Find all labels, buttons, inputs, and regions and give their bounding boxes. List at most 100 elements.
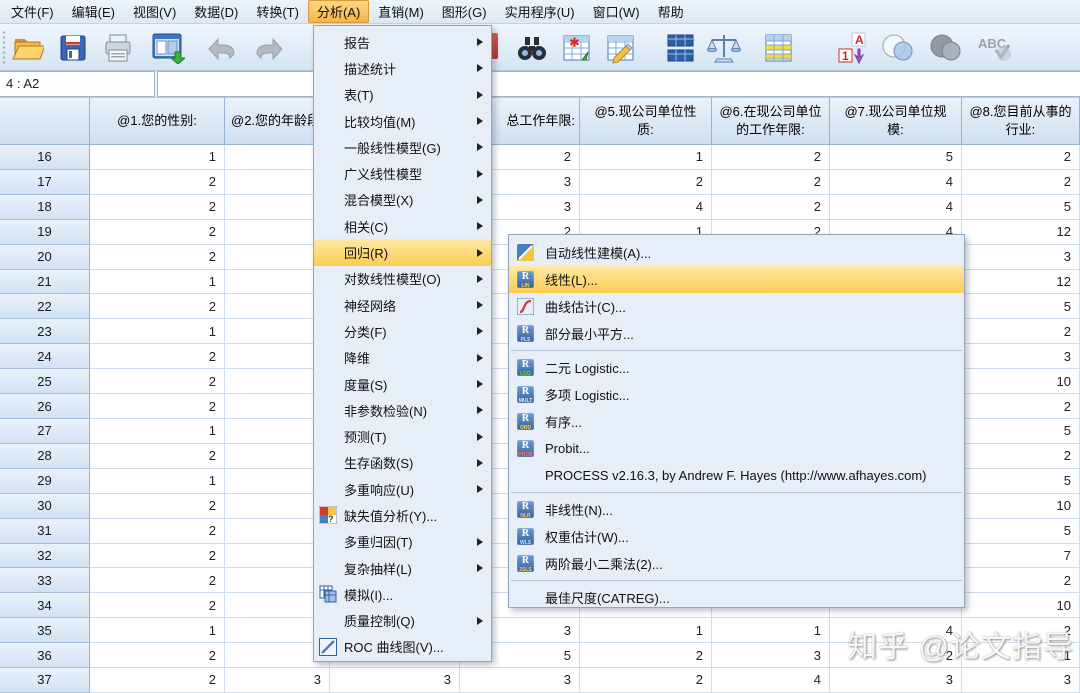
grid-cell[interactable]: 2 [90, 344, 225, 369]
grid-cell[interactable]: 2 [712, 195, 830, 220]
regression-submenu-item[interactable]: R2SLS两阶最小二乘法(2)... [509, 550, 964, 577]
column-header[interactable]: @6.在现公司单位 的工作年限: [712, 97, 830, 145]
row-number-cell[interactable]: 29 [0, 469, 90, 494]
menubar-item[interactable]: 转换(T) [247, 0, 308, 23]
analyze-menu-item[interactable]: 多重归因(T) [314, 529, 491, 555]
column-header[interactable]: @1.您的性别: [90, 97, 225, 145]
grid-cell[interactable]: 1 [90, 419, 225, 444]
analyze-menu-item[interactable]: 表(T) [314, 82, 491, 108]
grid-cell[interactable]: 2 [580, 668, 712, 693]
grid-cell[interactable]: 3 [225, 668, 330, 693]
menubar-item[interactable]: 实用程序(U) [496, 0, 584, 23]
grid-cell[interactable]: 2 [962, 145, 1080, 170]
row-number-cell[interactable]: 31 [0, 519, 90, 544]
grid-cell[interactable]: 2 [580, 643, 712, 668]
grid-cell[interactable]: 2 [962, 394, 1080, 419]
analyze-menu-item[interactable]: 生存函数(S) [314, 450, 491, 476]
menubar-item[interactable]: 图形(G) [433, 0, 496, 23]
analyze-menu-item[interactable]: 报告 [314, 29, 491, 55]
grid-cell[interactable]: 4 [830, 195, 962, 220]
analyze-menu-item[interactable]: ?缺失值分析(Y)... [314, 502, 491, 528]
grid-cell[interactable]: 4 [830, 170, 962, 195]
grid-cell[interactable]: 1 [580, 618, 712, 643]
analyze-menu-item[interactable]: 分类(F) [314, 318, 491, 344]
row-number-cell[interactable]: 25 [0, 369, 90, 394]
grid-cell[interactable]: 2 [90, 519, 225, 544]
analyze-menu-item[interactable]: 质量控制(Q) [314, 608, 491, 634]
regression-submenu-item[interactable]: 曲线估计(C)... [509, 293, 964, 320]
menubar-item[interactable]: 数据(D) [185, 0, 247, 23]
row-number-cell[interactable]: 24 [0, 344, 90, 369]
grid-cell[interactable]: 1 [90, 618, 225, 643]
grid-cell[interactable]: 12 [962, 220, 1080, 245]
analyze-menu-item[interactable]: 度量(S) [314, 371, 491, 397]
grid-cell[interactable]: 5 [962, 469, 1080, 494]
menubar-item[interactable]: 窗口(W) [584, 0, 649, 23]
grid-cell[interactable]: 1 [712, 618, 830, 643]
insert-cases-button[interactable]: ✱ [558, 30, 594, 66]
column-header[interactable]: @5.现公司单位性 质: [580, 97, 712, 145]
grid-cell[interactable]: 5 [962, 419, 1080, 444]
regression-submenu-item[interactable]: PROCESS v2.16.3, by Andrew F. Hayes (htt… [509, 462, 964, 489]
grid-cell[interactable]: 4 [580, 195, 712, 220]
analyze-menu-item[interactable]: 复杂抽样(L) [314, 555, 491, 581]
menubar-item[interactable]: 视图(V) [124, 0, 185, 23]
grid-cell[interactable]: 1 [90, 145, 225, 170]
grid-cell[interactable]: 2 [90, 444, 225, 469]
grid-cell[interactable]: 2 [962, 444, 1080, 469]
regression-submenu-item[interactable]: RPLS部分最小平方... [509, 320, 964, 347]
regression-submenu-item[interactable]: 最佳尺度(CATREG)... [509, 584, 964, 611]
value-labels-button[interactable]: A 1 [835, 30, 871, 66]
grid-cell[interactable]: 2 [90, 294, 225, 319]
grid-cell[interactable]: 2 [90, 544, 225, 569]
analyze-menu-item[interactable]: 相关(C) [314, 213, 491, 239]
grid-cell[interactable]: 5 [962, 294, 1080, 319]
grid-cell[interactable]: 3 [962, 245, 1080, 270]
grid-cell[interactable]: 3 [330, 668, 460, 693]
menubar-item[interactable]: 文件(F) [2, 0, 63, 23]
analyze-menu-item[interactable]: 非参数检验(N) [314, 397, 491, 423]
grid-cell[interactable]: 2 [712, 145, 830, 170]
grid-cell[interactable]: 2 [90, 195, 225, 220]
analyze-menu-item[interactable]: 回归(R) [314, 239, 491, 265]
grid-cell[interactable]: 2 [90, 220, 225, 245]
row-number-cell[interactable]: 30 [0, 494, 90, 519]
grid-cell[interactable]: 2 [90, 494, 225, 519]
grid-cell[interactable]: 2 [580, 170, 712, 195]
find-button[interactable] [514, 30, 550, 66]
grid-cell[interactable]: 12 [962, 270, 1080, 295]
open-file-button[interactable] [10, 30, 46, 66]
row-number-cell[interactable]: 32 [0, 544, 90, 569]
regression-submenu-item[interactable]: RMULT多项 Logistic... [509, 381, 964, 408]
grid-cell[interactable]: 2 [90, 568, 225, 593]
regression-submenu-item[interactable]: RLOG二元 Logistic... [509, 354, 964, 381]
analyze-menu-item[interactable]: 神经网络 [314, 292, 491, 318]
menubar-item[interactable]: 帮助 [649, 0, 693, 23]
grid-cell[interactable]: 3 [460, 668, 580, 693]
redo-button[interactable] [250, 30, 286, 66]
analyze-menu-item[interactable]: 多重响应(U) [314, 476, 491, 502]
grid-cell[interactable]: 2 [712, 170, 830, 195]
analyze-menu-item[interactable]: 一般线性模型(G) [314, 134, 491, 160]
analyze-menu-item[interactable]: 广义线性模型 [314, 160, 491, 186]
corner-header-cell[interactable] [0, 97, 90, 145]
row-number-cell[interactable]: 23 [0, 319, 90, 344]
column-header[interactable]: @8.您目前从事的 行业: [962, 97, 1080, 145]
row-number-cell[interactable]: 36 [0, 643, 90, 668]
grid-cell[interactable]: 3 [962, 344, 1080, 369]
select-cases-button[interactable] [760, 30, 796, 66]
analyze-menu-item[interactable]: 降维 [314, 345, 491, 371]
grid-cell[interactable]: 1 [90, 270, 225, 295]
menubar-item[interactable]: 编辑(E) [63, 0, 124, 23]
row-number-cell[interactable]: 20 [0, 245, 90, 270]
row-number-cell[interactable]: 26 [0, 394, 90, 419]
row-number-cell[interactable]: 17 [0, 170, 90, 195]
grid-cell[interactable]: 7 [962, 544, 1080, 569]
toolbar-drag-handle[interactable] [2, 30, 6, 64]
row-number-cell[interactable]: 27 [0, 419, 90, 444]
grid-cell[interactable]: 5 [962, 519, 1080, 544]
grid-cell[interactable]: 3 [962, 668, 1080, 693]
row-number-cell[interactable]: 37 [0, 668, 90, 693]
regression-submenu-item[interactable]: RLIN线性(L)... [509, 266, 964, 293]
row-number-cell[interactable]: 19 [0, 220, 90, 245]
